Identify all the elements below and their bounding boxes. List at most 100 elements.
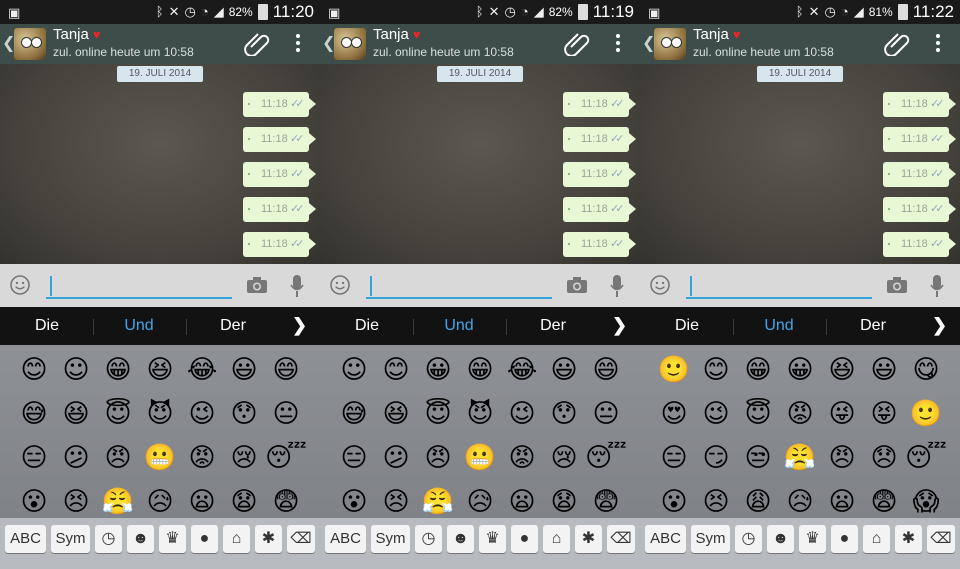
emoji-key[interactable]: 😄 bbox=[271, 355, 301, 385]
backspace-icon[interactable]: ⌫ bbox=[607, 525, 635, 553]
house-icon[interactable]: ⌂ bbox=[543, 525, 570, 553]
emoji-key[interactable]: 😦 bbox=[507, 487, 537, 517]
recent-icon[interactable]: ◷ bbox=[415, 525, 442, 553]
suggestion-1[interactable]: Die bbox=[642, 317, 732, 335]
camera-icon[interactable] bbox=[886, 276, 908, 294]
emoji-key[interactable]: 😡 bbox=[507, 443, 537, 473]
emoji-key[interactable]: 😴 bbox=[585, 443, 627, 473]
dog-icon[interactable]: ● bbox=[831, 525, 858, 553]
emoji-key[interactable]: 😆 bbox=[827, 355, 857, 385]
message-bubble[interactable]: 11:18 ✓✓ bbox=[883, 92, 956, 117]
asterisk-icon[interactable]: ✱ bbox=[255, 525, 282, 553]
paperclip-icon[interactable] bbox=[884, 30, 910, 56]
emoji-key[interactable]: 😄 bbox=[591, 355, 621, 385]
message-bubble[interactable]: 11:18 ✓✓ bbox=[883, 197, 956, 222]
dog-icon[interactable]: ● bbox=[191, 525, 218, 553]
emoji-key[interactable]: 😞 bbox=[869, 443, 899, 473]
emoji-key[interactable]: 😩 bbox=[743, 487, 773, 517]
emoji-key[interactable]: 😏 bbox=[701, 443, 731, 473]
crown-icon[interactable]: ♛ bbox=[799, 525, 826, 553]
backspace-icon[interactable]: ⌫ bbox=[927, 525, 955, 553]
emoji-key[interactable]: 😉 bbox=[507, 399, 537, 429]
emoji-key[interactable]: 😃 bbox=[229, 355, 259, 385]
smiley-icon[interactable]: ☻ bbox=[127, 525, 154, 553]
emoji-key[interactable]: 😀 bbox=[785, 355, 815, 385]
emoji-key[interactable]: 😜 bbox=[827, 399, 857, 429]
emoji-key[interactable]: 😡 bbox=[187, 443, 217, 473]
message-input[interactable] bbox=[46, 297, 232, 299]
emoji-key[interactable]: 😁 bbox=[103, 355, 133, 385]
emoji-key[interactable]: 😡 bbox=[785, 399, 815, 429]
emoji-key[interactable]: 😠 bbox=[423, 443, 453, 473]
message-bubble[interactable]: 11:18 ✓✓ bbox=[563, 197, 636, 222]
emoji-key[interactable]: 😂 bbox=[187, 355, 217, 385]
suggestion-3[interactable]: Der bbox=[828, 317, 918, 335]
sym-key[interactable]: Sym bbox=[51, 525, 90, 553]
emoji-key[interactable]: 😇 bbox=[743, 399, 773, 429]
emoji-key[interactable]: 🙂 bbox=[658, 355, 690, 385]
contact-avatar[interactable] bbox=[654, 28, 686, 60]
emoji-key[interactable]: 😑 bbox=[339, 443, 369, 473]
emoji-key[interactable]: 😦 bbox=[187, 487, 217, 517]
more-suggestions-icon[interactable]: ❯ bbox=[292, 315, 307, 336]
emoji-key[interactable]: 😣 bbox=[381, 487, 411, 517]
overflow-menu-icon[interactable] bbox=[936, 34, 940, 55]
abc-key[interactable]: ABC bbox=[645, 525, 686, 553]
camera-icon[interactable] bbox=[246, 276, 268, 294]
emoji-key[interactable]: 😤 bbox=[102, 487, 134, 517]
more-suggestions-icon[interactable]: ❯ bbox=[612, 315, 627, 336]
house-icon[interactable]: ⌂ bbox=[863, 525, 890, 553]
contact-name[interactable]: Tanja ♥ bbox=[373, 26, 421, 43]
message-bubble[interactable]: 11:18 ✓✓ bbox=[243, 162, 316, 187]
emoji-key[interactable]: 😧 bbox=[229, 487, 259, 517]
emoji-key[interactable]: 😤 bbox=[784, 443, 816, 473]
emoji-key[interactable]: 😯 bbox=[549, 399, 579, 429]
recent-icon[interactable]: ◷ bbox=[95, 525, 122, 553]
camera-icon[interactable] bbox=[566, 276, 588, 294]
microphone-icon[interactable] bbox=[610, 274, 624, 298]
message-input[interactable] bbox=[366, 297, 552, 299]
emoji-toggle-icon[interactable] bbox=[330, 275, 350, 295]
crown-icon[interactable]: ♛ bbox=[159, 525, 186, 553]
emoji-key[interactable]: 😃 bbox=[869, 355, 899, 385]
emoji-key[interactable]: 😥 bbox=[465, 487, 495, 517]
sym-key[interactable]: Sym bbox=[691, 525, 730, 553]
emoji-key[interactable]: 😬 bbox=[464, 443, 496, 473]
message-bubble[interactable]: 11:18 ✓✓ bbox=[243, 232, 316, 257]
contact-avatar[interactable] bbox=[334, 28, 366, 60]
emoji-key[interactable]: 😯 bbox=[229, 399, 259, 429]
message-bubble[interactable]: 11:18 ✓✓ bbox=[563, 127, 636, 152]
message-bubble[interactable]: 11:18 ✓✓ bbox=[243, 127, 316, 152]
emoji-key[interactable]: 😢 bbox=[229, 443, 259, 473]
emoji-key[interactable]: 😆 bbox=[381, 399, 411, 429]
emoji-key[interactable]: 😨 bbox=[591, 487, 621, 517]
message-input[interactable] bbox=[686, 297, 872, 299]
emoji-key[interactable]: 😂 bbox=[507, 355, 537, 385]
emoji-toggle-icon[interactable] bbox=[10, 275, 30, 295]
message-bubble[interactable]: 11:18 ✓✓ bbox=[883, 232, 956, 257]
emoji-key[interactable]: 😧 bbox=[549, 487, 579, 517]
emoji-key[interactable]: 😊 bbox=[381, 355, 411, 385]
message-bubble[interactable]: 11:18 ✓✓ bbox=[243, 197, 316, 222]
emoji-key[interactable]: 😀 bbox=[423, 355, 453, 385]
emoji-key[interactable]: 😬 bbox=[144, 443, 176, 473]
emoji-key[interactable]: 😝 bbox=[869, 399, 899, 429]
crown-icon[interactable]: ♛ bbox=[479, 525, 506, 553]
message-bubble[interactable]: 11:18 ✓✓ bbox=[883, 127, 956, 152]
overflow-menu-icon[interactable] bbox=[616, 34, 620, 55]
emoji-key[interactable]: 😮 bbox=[339, 487, 369, 517]
suggestion-2[interactable]: Und bbox=[734, 317, 824, 335]
suggestion-1[interactable]: Die bbox=[322, 317, 412, 335]
suggestion-2[interactable]: Und bbox=[94, 317, 184, 335]
emoji-key[interactable]: 😇 bbox=[423, 399, 453, 429]
emoji-key[interactable]: 😥 bbox=[145, 487, 175, 517]
emoji-key[interactable]: 😈 bbox=[465, 399, 495, 429]
recent-icon[interactable]: ◷ bbox=[735, 525, 762, 553]
emoji-key[interactable]: 😐 bbox=[271, 399, 301, 429]
emoji-key[interactable]: 😃 bbox=[549, 355, 579, 385]
emoji-key[interactable]: ☺ bbox=[61, 355, 91, 385]
contact-avatar[interactable] bbox=[14, 28, 46, 60]
emoji-key[interactable]: 😨 bbox=[271, 487, 301, 517]
emoji-key[interactable]: ☺ bbox=[339, 355, 369, 385]
emoji-key[interactable]: 😒 bbox=[743, 443, 773, 473]
